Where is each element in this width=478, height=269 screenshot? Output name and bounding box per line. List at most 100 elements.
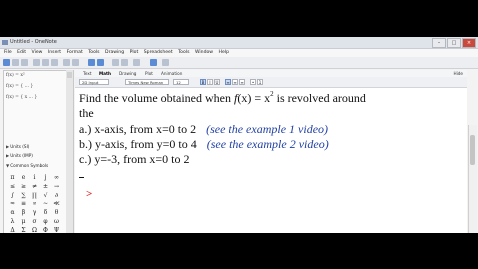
symbol-button[interactable]: ω bbox=[51, 218, 62, 227]
question-text: Find the volume obtained when bbox=[79, 91, 234, 105]
symbol-button[interactable]: δ bbox=[40, 209, 51, 218]
menu-spreadsheet[interactable]: Spreadsheet bbox=[144, 50, 173, 55]
symbol-button[interactable]: ∏ bbox=[29, 192, 40, 201]
symbol-button[interactable]: ∞ bbox=[51, 174, 62, 183]
bullet-list-button[interactable]: • bbox=[250, 79, 256, 85]
close-button[interactable]: × bbox=[462, 38, 476, 48]
symbol-button[interactable]: σ bbox=[29, 218, 40, 227]
menu-tools-2[interactable]: Tools bbox=[178, 50, 189, 55]
maximize-button[interactable]: □ bbox=[447, 38, 461, 48]
align-right-button[interactable]: ≡ bbox=[239, 79, 245, 85]
italic-button[interactable]: I bbox=[207, 79, 213, 85]
menu-help[interactable]: Help bbox=[219, 50, 229, 55]
palette-units-si[interactable]: ▶Units (SI) bbox=[6, 144, 64, 150]
menu-drawing[interactable]: Drawing bbox=[105, 50, 124, 55]
symbol-button[interactable]: i bbox=[29, 174, 40, 183]
execute-icon[interactable] bbox=[121, 59, 128, 66]
symbol-button[interactable]: ∼ bbox=[40, 200, 51, 209]
symbol-grid: πeij∞≤≥≠±→∫∑∏√∂≈≡∝∼≪αβγδθλμσφωΔΣΩΦΨ∈∉⊂∪∩… bbox=[7, 174, 63, 233]
item-b-video-ref: (see the example 2 video) bbox=[206, 137, 329, 151]
palette-common-symbols[interactable]: ▼Common Symbols bbox=[6, 163, 64, 169]
menu-view[interactable]: View bbox=[32, 50, 43, 55]
palette-units-imp[interactable]: ▶Units (IMP) bbox=[6, 153, 64, 159]
new-document-icon[interactable] bbox=[3, 59, 10, 66]
tab-text[interactable]: Text bbox=[83, 70, 91, 77]
menu-file[interactable]: File bbox=[4, 50, 12, 55]
stop-icon[interactable] bbox=[133, 59, 140, 66]
tab-math[interactable]: Math bbox=[99, 70, 111, 77]
symbol-button[interactable]: φ bbox=[40, 218, 51, 227]
font-size-dropdown[interactable]: 12 bbox=[173, 79, 189, 85]
open-icon[interactable] bbox=[12, 59, 19, 66]
bold-button[interactable]: B bbox=[200, 79, 206, 85]
cut-icon[interactable] bbox=[33, 59, 40, 66]
menu-plot[interactable]: Plot bbox=[130, 50, 139, 55]
tab-plot[interactable]: Plot bbox=[145, 70, 153, 77]
symbol-button[interactable]: ≤ bbox=[7, 183, 18, 192]
symbol-button[interactable]: ≡ bbox=[18, 200, 29, 209]
right-edge bbox=[468, 70, 478, 125]
vertical-scrollbar[interactable] bbox=[468, 125, 477, 233]
algebra-line: f(x) = { x ... } bbox=[6, 95, 38, 100]
symbol-button[interactable]: α bbox=[7, 209, 18, 218]
undo-icon[interactable] bbox=[63, 59, 70, 66]
align-center-button[interactable]: ≡ bbox=[232, 79, 238, 85]
symbol-button[interactable]: θ bbox=[51, 209, 62, 218]
symbol-button[interactable]: ∫ bbox=[7, 192, 18, 201]
symbol-button[interactable]: β bbox=[18, 209, 29, 218]
minimize-button[interactable]: – bbox=[432, 38, 446, 48]
scrollbar-thumb[interactable] bbox=[470, 135, 475, 165]
symbol-button[interactable]: ∂ bbox=[51, 192, 62, 201]
symbol-button[interactable]: Ω bbox=[29, 227, 40, 233]
symbol-button[interactable]: ≥ bbox=[18, 183, 29, 192]
symbol-button[interactable]: λ bbox=[7, 218, 18, 227]
symbol-button[interactable]: ∝ bbox=[29, 200, 40, 209]
symbol-button[interactable]: Φ bbox=[40, 227, 51, 233]
symbol-button[interactable]: ≈ bbox=[7, 200, 18, 209]
collapse-arrow-icon[interactable] bbox=[67, 72, 72, 78]
menu-edit[interactable]: Edit bbox=[17, 50, 26, 55]
paste-icon[interactable] bbox=[51, 59, 58, 66]
symbol-button[interactable]: π bbox=[7, 174, 18, 183]
symbol-button[interactable]: γ bbox=[29, 209, 40, 218]
execution-icon[interactable] bbox=[112, 59, 119, 66]
text-mode-icon[interactable] bbox=[88, 59, 95, 66]
worksheet-document[interactable]: Find the volume obtained when f(x) = x2 … bbox=[79, 91, 461, 231]
underline-button[interactable]: U bbox=[214, 79, 220, 85]
symbol-button[interactable]: ≠ bbox=[29, 183, 40, 192]
worksheet-pane: Text Math Drawing Plot Animation Hide 2D… bbox=[75, 70, 467, 233]
save-icon[interactable] bbox=[21, 59, 28, 66]
redo-icon[interactable] bbox=[72, 59, 79, 66]
window-controls: – □ × bbox=[431, 38, 476, 49]
align-left-button[interactable]: ≡ bbox=[225, 79, 231, 85]
font-dropdown[interactable]: Times New Roman bbox=[125, 79, 169, 85]
input-mode-dropdown[interactable]: 2D Input bbox=[79, 79, 109, 85]
symbol-button[interactable]: Ψ bbox=[51, 227, 62, 233]
symbol-button[interactable]: ∑ bbox=[18, 192, 29, 201]
menu-format[interactable]: Format bbox=[67, 50, 83, 55]
symbol-button[interactable]: e bbox=[18, 174, 29, 183]
symbol-button[interactable]: ± bbox=[40, 183, 51, 192]
context-tabs: Text Math Drawing Plot Animation Hide bbox=[75, 70, 467, 77]
symbol-button[interactable]: Δ bbox=[7, 227, 18, 233]
menu-window[interactable]: Window bbox=[195, 50, 213, 55]
symbol-button[interactable]: j bbox=[40, 174, 51, 183]
item-b: b.) y-axis, from y=0 to 4 (see the exampl… bbox=[79, 137, 329, 152]
symbol-button[interactable]: Σ bbox=[18, 227, 29, 233]
menu-tools[interactable]: Tools bbox=[88, 50, 99, 55]
tab-animation[interactable]: Animation bbox=[161, 70, 182, 77]
symbol-button[interactable]: → bbox=[51, 183, 62, 192]
number-list-button[interactable]: 1 bbox=[257, 79, 263, 85]
zoom-icon[interactable] bbox=[162, 59, 169, 66]
help-icon[interactable] bbox=[150, 59, 157, 66]
math-mode-icon[interactable] bbox=[97, 59, 104, 66]
menu-insert[interactable]: Insert bbox=[48, 50, 61, 55]
copy-icon[interactable] bbox=[42, 59, 49, 66]
tab-drawing[interactable]: Drawing bbox=[119, 70, 136, 77]
symbol-button[interactable]: √ bbox=[40, 192, 51, 201]
hide-toolbar-button[interactable]: Hide bbox=[453, 70, 463, 77]
symbol-button[interactable]: ≪ bbox=[51, 200, 62, 209]
palette-collapse-strip[interactable] bbox=[66, 70, 74, 233]
item-b-text: b.) y-axis, from y=0 to 4 bbox=[79, 137, 197, 151]
symbol-button[interactable]: μ bbox=[18, 218, 29, 227]
